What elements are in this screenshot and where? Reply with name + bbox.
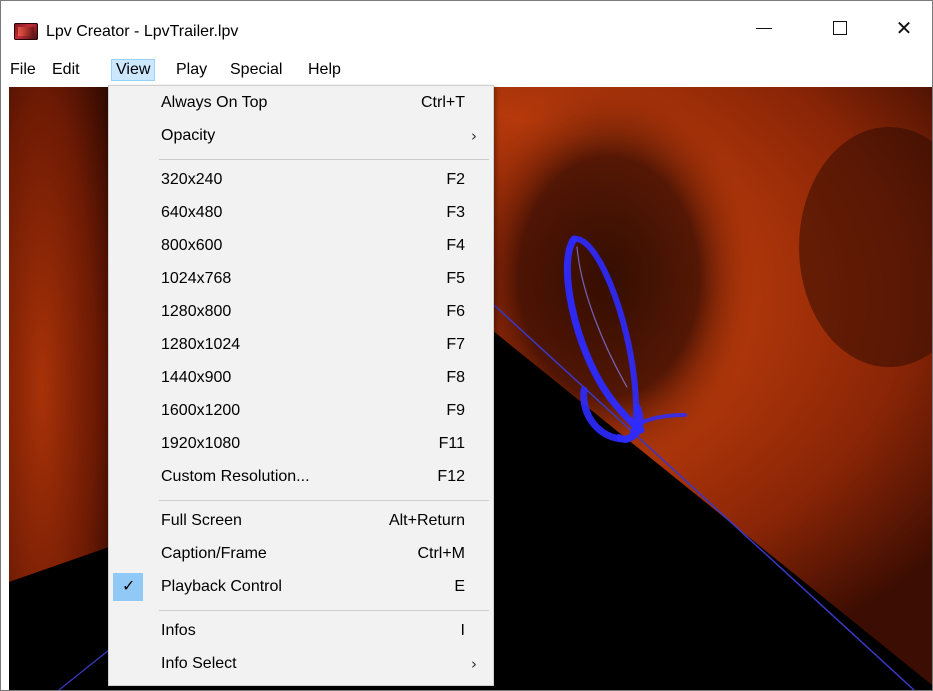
close-button[interactable]: ✕	[870, 1, 932, 55]
menu-item-shortcut: Alt+Return	[388, 512, 465, 529]
view-menu-dropdown: Always On Top Ctrl+T Opacity › 320x240 F…	[108, 85, 494, 686]
menu-item-opacity[interactable]: Opacity ›	[111, 121, 491, 151]
menu-item-full-screen[interactable]: Full Screen Alt+Return	[111, 506, 491, 536]
menu-item-1280x800[interactable]: 1280x800 F6	[111, 297, 491, 327]
menu-item-shortcut: I	[460, 622, 465, 639]
menu-separator	[159, 500, 489, 501]
menu-special[interactable]: Special	[226, 59, 286, 81]
menu-item-label: 1024x768	[161, 270, 232, 287]
menu-file[interactable]: File	[6, 59, 40, 81]
menu-item-640x480[interactable]: 640x480 F3	[111, 198, 491, 228]
menu-item-shortcut: F11	[438, 435, 465, 452]
menu-item-shortcut: F3	[446, 204, 465, 221]
submenu-arrow-icon: ›	[471, 127, 477, 145]
minimize-icon	[756, 27, 772, 29]
app-window: Lpv Creator - LpvTrailer.lpv ✕ File Edit…	[0, 0, 933, 691]
menu-item-shortcut: F8	[446, 369, 465, 386]
menu-item-shortcut: Ctrl+M	[417, 545, 465, 562]
menu-item-shortcut: F9	[446, 402, 465, 419]
menu-item-320x240[interactable]: 320x240 F2	[111, 165, 491, 195]
menu-item-label: Always On Top	[161, 94, 268, 111]
menu-view[interactable]: View	[111, 59, 156, 81]
menu-item-info-select[interactable]: Info Select ›	[111, 649, 491, 679]
title-bar[interactable]: Lpv Creator - LpvTrailer.lpv ✕	[1, 1, 932, 55]
menu-separator	[159, 610, 489, 611]
menu-item-label: Custom Resolution...	[161, 468, 310, 485]
menu-help[interactable]: Help	[304, 59, 345, 81]
menu-item-caption-frame[interactable]: Caption/Frame Ctrl+M	[111, 539, 491, 569]
checkmark-icon: ✓	[122, 576, 136, 595]
menu-edit[interactable]: Edit	[48, 59, 84, 81]
close-icon: ✕	[895, 16, 913, 40]
maximize-icon	[833, 21, 847, 35]
menu-item-label: Playback Control	[161, 578, 282, 595]
menu-item-label: 1280x800	[161, 303, 232, 320]
menu-item-800x600[interactable]: 800x600 F4	[111, 231, 491, 261]
menu-item-label: Caption/Frame	[161, 545, 267, 562]
menu-item-1600x1200[interactable]: 1600x1200 F9	[111, 396, 491, 426]
menu-item-label: 640x480	[161, 204, 223, 221]
menu-item-always-on-top[interactable]: Always On Top Ctrl+T	[111, 88, 491, 118]
menu-bar: File Edit View Play Special Help	[1, 55, 932, 85]
menu-item-label: 320x240	[161, 171, 223, 188]
menu-item-shortcut: F2	[446, 171, 465, 188]
menu-item-infos[interactable]: Infos I	[111, 616, 491, 646]
menu-item-1024x768[interactable]: 1024x768 F5	[111, 264, 491, 294]
menu-item-label: 800x600	[161, 237, 223, 254]
app-icon[interactable]	[14, 23, 38, 40]
menu-item-shortcut: F12	[437, 468, 465, 485]
menu-item-playback-control[interactable]: ✓ Playback Control E	[111, 572, 491, 602]
menu-item-shortcut: F6	[446, 303, 465, 320]
menu-item-shortcut: F4	[446, 237, 465, 254]
menu-play[interactable]: Play	[172, 59, 211, 81]
window-title: Lpv Creator - LpvTrailer.lpv	[46, 23, 239, 40]
menu-item-custom-resolution[interactable]: Custom Resolution... F12	[111, 462, 491, 492]
menu-item-1280x1024[interactable]: 1280x1024 F7	[111, 330, 491, 360]
menu-item-label: 1280x1024	[161, 336, 241, 353]
submenu-arrow-icon: ›	[471, 655, 477, 673]
menu-item-label: Opacity	[161, 127, 216, 144]
minimize-button[interactable]	[730, 1, 798, 55]
check-highlight: ✓	[113, 573, 143, 601]
menu-item-label: 1600x1200	[161, 402, 241, 419]
menu-item-label: Infos	[161, 622, 196, 639]
menu-item-label: Full Screen	[161, 512, 242, 529]
menu-item-label: Info Select	[161, 655, 237, 672]
menu-item-shortcut: F5	[446, 270, 465, 287]
menu-item-label: 1440x900	[161, 369, 232, 386]
menu-item-1440x900[interactable]: 1440x900 F8	[111, 363, 491, 393]
maximize-button[interactable]	[806, 1, 874, 55]
menu-item-1920x1080[interactable]: 1920x1080 F11	[111, 429, 491, 459]
menu-item-shortcut: Ctrl+T	[421, 94, 465, 111]
menu-item-shortcut: F7	[446, 336, 465, 353]
menu-item-label: 1920x1080	[161, 435, 241, 452]
menu-item-shortcut: E	[454, 578, 465, 595]
menu-separator	[159, 159, 489, 160]
